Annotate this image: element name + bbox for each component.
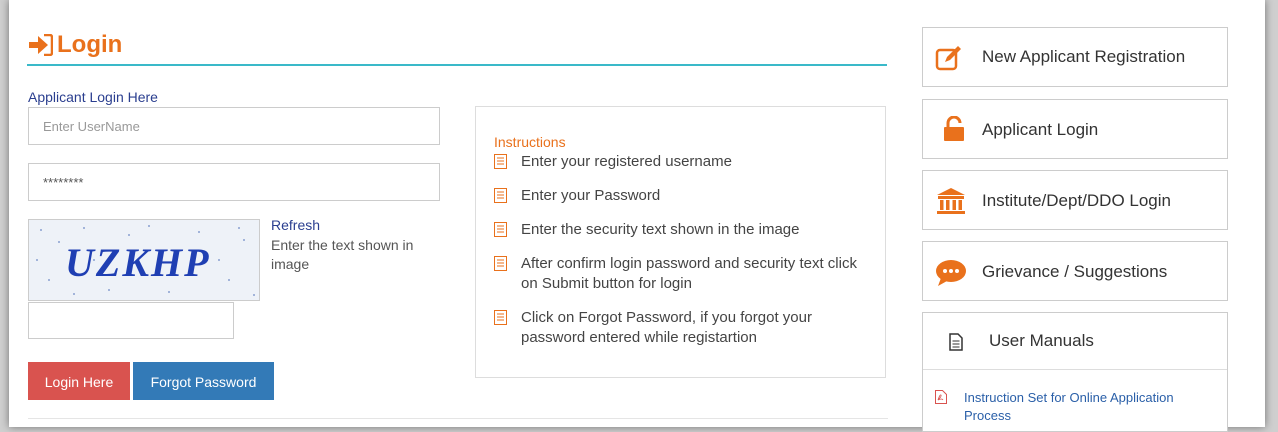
- chat-bubble-icon: [936, 260, 966, 286]
- instructions-panel: Instructions Enter your registered usern…: [475, 106, 886, 378]
- captcha-image: UZKHP: [28, 219, 260, 301]
- user-manuals-panel: User Manuals Instruction Set for Online …: [922, 312, 1228, 432]
- document-icon: [949, 333, 963, 351]
- new-applicant-registration-label: New Applicant Registration: [982, 47, 1186, 66]
- new-applicant-registration-link[interactable]: New Applicant Registration: [922, 27, 1228, 87]
- forgot-password-button[interactable]: Forgot Password: [133, 362, 274, 400]
- divider: [28, 418, 888, 419]
- captcha-refresh-link[interactable]: Refresh: [271, 217, 320, 233]
- instruction-item: Enter your registered username: [494, 152, 874, 172]
- login-heading: Login: [27, 30, 887, 66]
- applicant-login-label: Applicant Login: [982, 120, 1099, 139]
- user-manuals-title: User Manuals: [989, 331, 1094, 350]
- sign-in-icon: [29, 34, 53, 56]
- pdf-icon: [935, 390, 947, 404]
- instruction-text: After confirm login password and securit…: [521, 255, 857, 292]
- unlock-icon: [944, 116, 964, 141]
- captcha-hint: Enter the text shown in image: [271, 237, 414, 272]
- instruction-text: Enter the security text shown in the ima…: [521, 221, 800, 238]
- bank-icon: [937, 188, 965, 214]
- instruction-set-link[interactable]: Instruction Set for Online Application P…: [964, 389, 1214, 425]
- instruction-item: Enter your Password: [494, 186, 874, 206]
- instruction-text: Click on Forgot Password, if you forgot …: [521, 309, 812, 346]
- instruction-item: After confirm login password and securit…: [494, 254, 874, 294]
- list-doc-icon: [494, 310, 507, 325]
- username-input[interactable]: [28, 107, 440, 145]
- instruction-text: Enter your Password: [521, 187, 661, 204]
- instruction-text: Enter your registered username: [521, 153, 732, 170]
- list-doc-icon: [494, 154, 507, 169]
- list-doc-icon: [494, 256, 507, 271]
- captcha-input[interactable]: [28, 302, 234, 339]
- instructions-list: Enter your registered username Enter you…: [494, 152, 874, 362]
- instructions-title: Instructions: [494, 134, 566, 150]
- login-button[interactable]: Login Here: [28, 362, 130, 400]
- instruction-item: Click on Forgot Password, if you forgot …: [494, 308, 874, 348]
- captcha-noise: UZKHP: [36, 225, 255, 296]
- edit-icon: [935, 46, 961, 71]
- page-title: Login: [57, 31, 123, 58]
- captcha-text: UZKHP: [65, 240, 211, 285]
- institute-login-link[interactable]: Institute/Dept/DDO Login: [922, 170, 1228, 230]
- list-doc-icon: [494, 188, 507, 203]
- password-input[interactable]: [28, 163, 440, 201]
- divider: [923, 369, 1227, 370]
- institute-login-label: Institute/Dept/DDO Login: [982, 191, 1171, 210]
- grievance-suggestions-link[interactable]: Grievance / Suggestions: [922, 241, 1228, 301]
- grievance-suggestions-label: Grievance / Suggestions: [982, 262, 1168, 281]
- instruction-item: Enter the security text shown in the ima…: [494, 220, 874, 240]
- list-doc-icon: [494, 222, 507, 237]
- applicant-login-link[interactable]: Applicant Login: [922, 99, 1228, 159]
- applicant-login-subtitle: Applicant Login Here: [28, 89, 158, 105]
